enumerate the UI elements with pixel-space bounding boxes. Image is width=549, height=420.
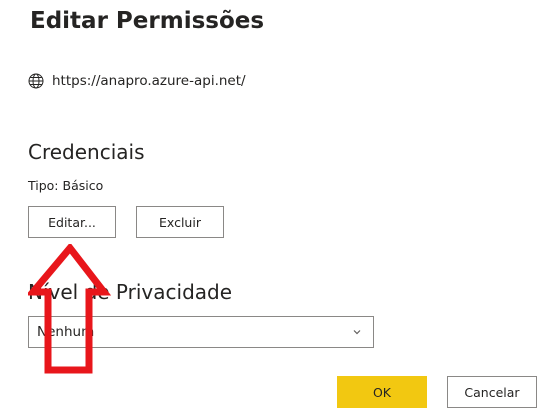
- globe-icon: [28, 73, 44, 89]
- cancel-button[interactable]: Cancelar: [447, 376, 537, 408]
- delete-credentials-button[interactable]: Excluir: [136, 206, 224, 238]
- dialog-title: Editar Permissões: [30, 8, 265, 34]
- url-row: https://anapro.azure-api.net/: [28, 70, 246, 92]
- red-arrow-annotation: [28, 244, 112, 374]
- chevron-down-icon: [353, 330, 361, 335]
- privacy-level-section-title: Nível de Privacidade: [28, 280, 233, 304]
- ok-button[interactable]: OK: [337, 376, 427, 408]
- credential-type-label: Tipo: Básico: [28, 178, 104, 193]
- credentials-section-title: Credenciais: [28, 140, 145, 164]
- edit-credentials-button[interactable]: Editar...: [28, 206, 116, 238]
- privacy-level-selected-value: Nenhum: [37, 324, 95, 340]
- privacy-level-dropdown[interactable]: Nenhum: [28, 316, 374, 348]
- data-source-url: https://anapro.azure-api.net/: [52, 73, 246, 89]
